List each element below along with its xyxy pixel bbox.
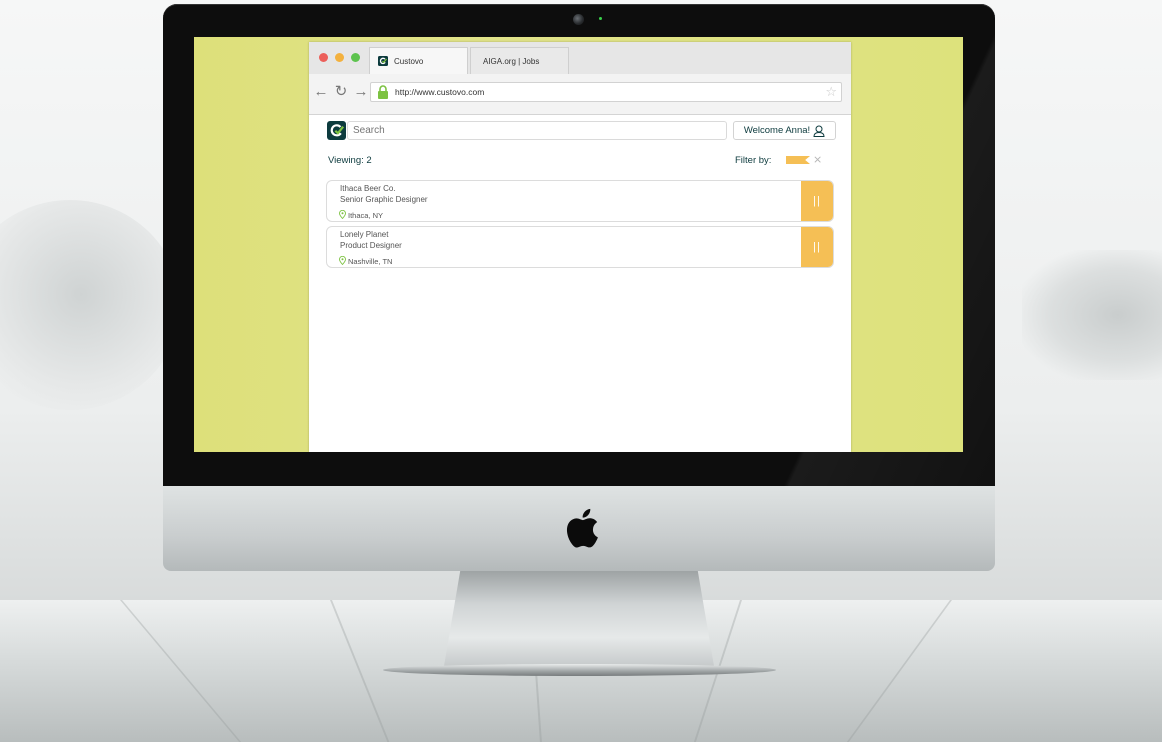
zoom-window-icon[interactable] [351,53,360,62]
browser-tab-bar: Custovo AIGA.org | Jobs [309,42,851,74]
background-blur-right [1022,250,1162,380]
browser-window: Custovo AIGA.org | Jobs ← ↻ → http://www… [309,42,851,452]
custovo-logo-icon [378,56,388,66]
back-arrow-icon[interactable]: ← [313,82,329,102]
filter-chip[interactable] [786,156,810,164]
search-input[interactable] [347,121,727,140]
job-title: Senior Graphic Designer [340,195,428,204]
desktop-screen: Custovo AIGA.org | Jobs ← ↻ → http://www… [194,37,963,452]
background-blur-left [0,200,180,410]
bookmark-star-icon[interactable]: ☆ [825,84,837,100]
webcam-icon [573,14,584,25]
job-location: Ithaca, NY [348,211,384,220]
tab-label: AIGA.org | Jobs [483,56,540,66]
job-company: Lonely Planet [340,230,389,239]
welcome-label: Welcome Anna! [743,125,811,136]
close-icon[interactable]: ⨯ [813,153,822,166]
lock-icon [378,85,388,99]
reload-icon[interactable]: ↻ [333,82,349,102]
url-text: http://www.custovo.com [395,87,485,97]
webcam-led [599,17,602,20]
tab-aiga-jobs[interactable]: AIGA.org | Jobs [470,47,569,74]
tab-label: Custovo [394,56,424,66]
viewing-count: Viewing: 2 [328,155,372,166]
user-icon [813,125,825,137]
address-bar[interactable]: http://www.custovo.com ☆ [370,82,842,102]
location-pin-icon [339,210,346,219]
page-content: Welcome Anna! Viewing: 2 Filter by: ⨯ It… [309,116,851,452]
monitor-stand [444,571,714,666]
close-window-icon[interactable] [319,53,328,62]
tab-custovo[interactable]: Custovo [369,47,468,74]
account-button[interactable]: Welcome Anna! [733,121,836,140]
job-card[interactable]: Lonely Planet Product Designer Nashville… [326,226,834,268]
job-card[interactable]: Ithaca Beer Co. Senior Graphic Designer … [326,180,834,222]
drag-handle-icon[interactable]: || [801,227,833,267]
job-company: Ithaca Beer Co. [340,184,396,193]
apple-logo [566,508,598,548]
drag-handle-icon[interactable]: || [801,181,833,221]
filter-label: Filter by: [735,155,772,166]
minimize-window-icon[interactable] [335,53,344,62]
forward-arrow-icon[interactable]: → [353,82,369,102]
monitor-base [383,664,776,676]
browser-toolbar: ← ↻ → http://www.custovo.com ☆ [309,74,851,115]
location-pin-icon [339,256,346,265]
job-location: Nashville, TN [348,257,393,266]
custovo-logo-icon[interactable] [327,121,346,140]
job-title: Product Designer [340,241,402,250]
